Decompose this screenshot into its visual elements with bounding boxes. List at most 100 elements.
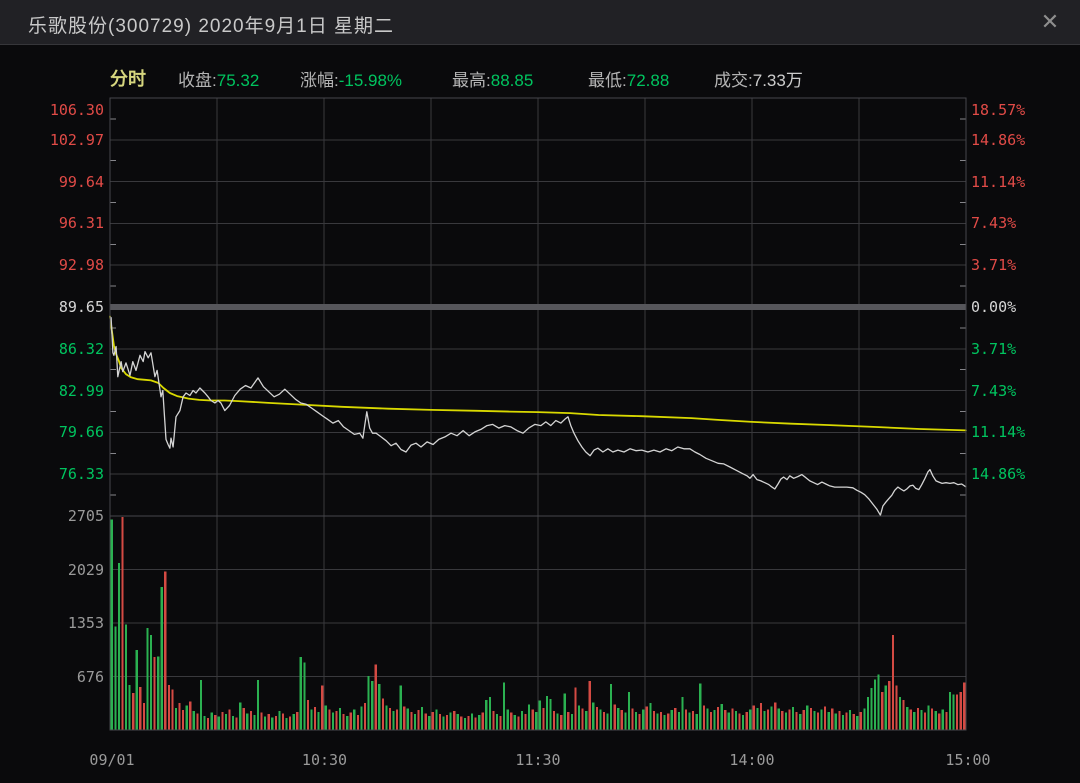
volume-bar [289, 716, 292, 730]
volume-bar [149, 635, 153, 730]
volume-bar [588, 680, 591, 730]
intraday-chart [109, 97, 967, 731]
volume-bar [132, 692, 135, 730]
volume-bar [781, 711, 784, 730]
volume-bar [360, 706, 363, 730]
volume-bar [913, 711, 916, 730]
volume-bar [713, 710, 716, 730]
volume-bar [249, 711, 252, 730]
volume-bar [456, 714, 459, 730]
volume-bar [898, 696, 902, 730]
volume-bar [338, 707, 342, 730]
volume-bar [296, 711, 299, 730]
volume-bar [702, 705, 705, 730]
volume-bar [731, 708, 734, 730]
volume-bar [599, 709, 602, 730]
volume-bar [592, 702, 595, 730]
volume-bar [442, 716, 445, 730]
volume-bar [684, 709, 688, 730]
volume-bar [734, 711, 738, 730]
volume-bar [745, 711, 748, 730]
volume-bar [221, 711, 224, 730]
volume-axis-label: 2029 [67, 560, 104, 579]
volume-bar [859, 711, 862, 730]
volume-bar [342, 714, 345, 730]
y-axis-percent-label: 0.00% [971, 298, 1017, 316]
volume-bar [677, 711, 680, 730]
volume-bar [560, 715, 563, 730]
volume-bar [881, 692, 884, 730]
volume-bar [916, 707, 919, 730]
y-axis-percent-label: 3.71% [971, 339, 1017, 358]
volume-bar [688, 712, 691, 730]
volume-bar [920, 710, 923, 730]
volume-bar [542, 707, 545, 730]
volume-bar [189, 701, 192, 730]
volume-bar [824, 706, 827, 730]
volume-bar [117, 563, 120, 730]
y-axis-price-label: 82.99 [58, 381, 104, 400]
volume-bar [478, 715, 481, 730]
volume-bar [620, 710, 623, 730]
volume-bar [681, 696, 684, 730]
x-axis-time-label: 14:00 [729, 751, 775, 769]
volume-bar [784, 712, 787, 730]
volume-bar [310, 709, 313, 730]
volume-bar [877, 674, 880, 730]
volume-bar [410, 711, 413, 730]
volume-bar [642, 709, 645, 730]
zero-line-band [110, 304, 966, 310]
x-axis-time-label: 10:30 [301, 751, 348, 769]
volume-bar [445, 715, 449, 730]
volume-bar [164, 571, 167, 730]
volume-bar [577, 705, 581, 730]
volume-bar [931, 708, 934, 730]
volume-bar [699, 683, 702, 730]
volume-bar [649, 703, 652, 730]
volume-bar [806, 705, 809, 730]
volume-bar [467, 715, 470, 730]
y-axis-price-label: 86.32 [58, 339, 104, 358]
volume-bar [888, 680, 891, 730]
volume-bar [396, 709, 399, 730]
y-axis-price-label: 79.66 [58, 423, 104, 442]
volume-bar [171, 689, 174, 730]
volume-bar [285, 718, 288, 730]
volume-bar [399, 685, 402, 730]
volume-bar [635, 711, 638, 730]
volume-bar [906, 707, 909, 730]
volume-bar [667, 713, 670, 730]
volume-bar [253, 715, 256, 730]
volume-bar [335, 711, 338, 730]
volume-bar [110, 519, 113, 730]
volume-bar [385, 705, 388, 730]
volume-bar [663, 715, 666, 730]
volume-bar [406, 708, 409, 730]
volume-bar [624, 712, 627, 730]
volume-bar [142, 703, 145, 730]
volume-bar [371, 680, 374, 730]
volume-bar [139, 686, 142, 730]
y-axis-percent-label: 3.71% [971, 256, 1017, 275]
y-axis-percent-label: 11.14% [971, 172, 1026, 191]
volume-bar [774, 702, 777, 730]
volume-bar [242, 707, 245, 730]
volume-bar [324, 705, 327, 730]
volume-bar [160, 586, 163, 730]
volume-axis-label: 1353 [67, 614, 104, 632]
volume-bar [695, 714, 698, 730]
y-axis-price-label: 89.65 [58, 298, 104, 316]
volume-bar [349, 712, 352, 730]
volume-bar [945, 711, 948, 730]
volume-bar [767, 709, 770, 730]
x-axis-time-label: 11:30 [515, 751, 561, 769]
volume-bar [941, 709, 944, 730]
x-axis-time-label: 09/01 [89, 751, 135, 769]
volume-bar [495, 714, 499, 730]
volume-bar [948, 692, 952, 730]
volume-bar [652, 711, 655, 730]
volume-bar [256, 680, 260, 730]
volume-bar [378, 684, 381, 730]
volume-bar [367, 676, 370, 730]
volume-bar [246, 713, 249, 730]
